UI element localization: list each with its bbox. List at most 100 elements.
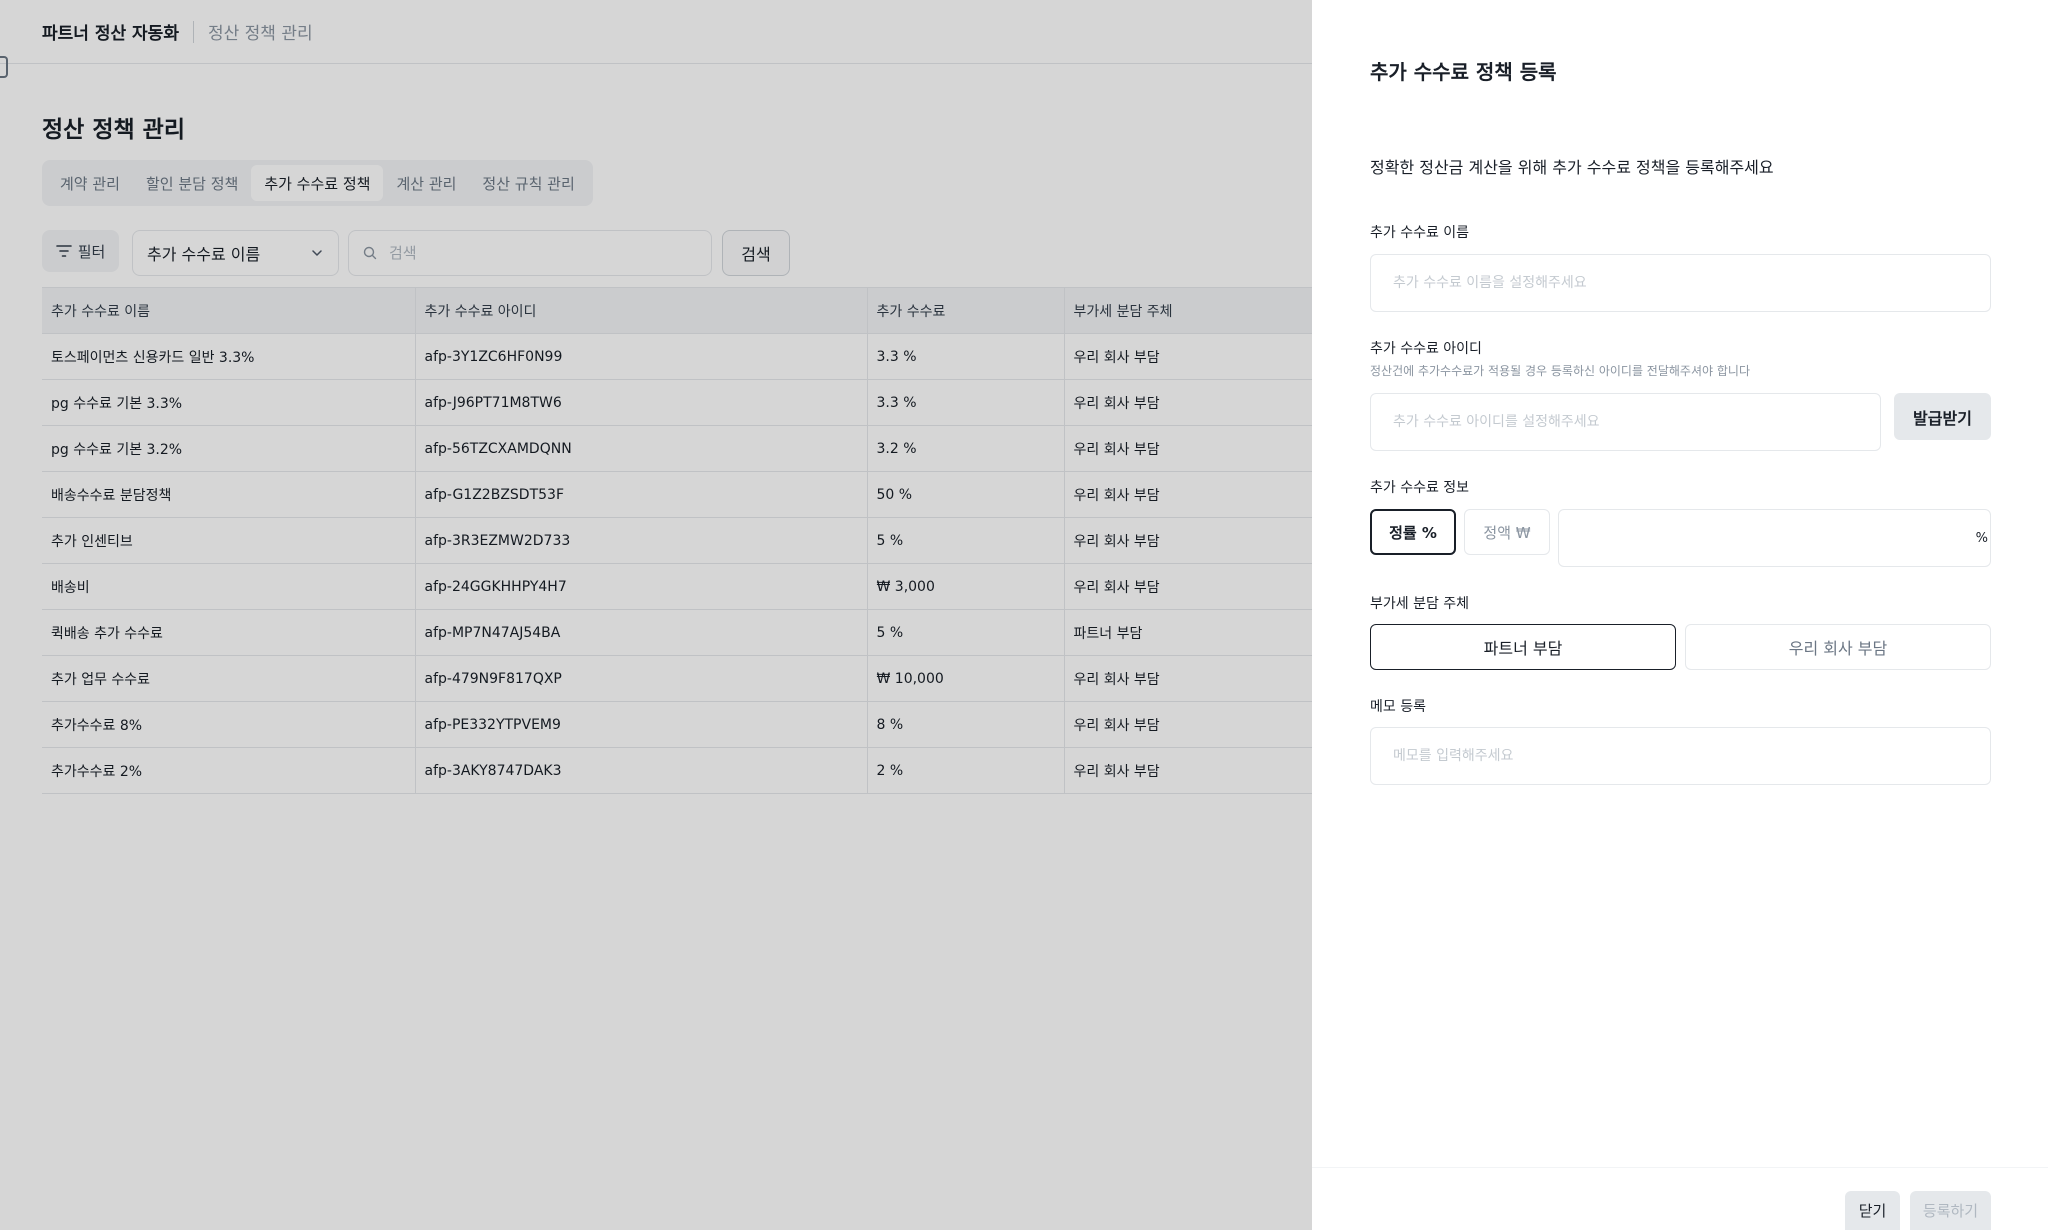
cell-fee-value: 5 % <box>866 517 1064 564</box>
cell-fee-name: 추가수수료 2% <box>42 747 415 794</box>
fee-id-input[interactable] <box>1393 414 1858 430</box>
fee-policy-table: 추가 수수료 이름 추가 수수료 아이디 추가 수수료 부가세 분담 주체 토스… <box>42 287 1312 794</box>
fee-name-input[interactable] <box>1393 275 1968 291</box>
cell-vat-payer: 파트너 부담 <box>1063 609 1312 656</box>
drawer-description: 정확한 정산금 계산을 위해 추가 수수료 정책을 등록해주세요 <box>1370 158 1774 177</box>
fixed-rate-button[interactable]: 정률 % <box>1370 509 1456 555</box>
settlement-policy-page: 파트너 정산 자동화 정산 정책 관리 정산 정책 관리 계약 관리 할인 분담… <box>0 0 1312 1230</box>
cell-vat-payer: 우리 회사 부담 <box>1063 701 1312 748</box>
policy-tabs: 계약 관리 할인 분담 정책 추가 수수료 정책 계산 관리 정산 규칙 관리 <box>42 160 593 206</box>
cell-fee-name: pg 수수료 기본 3.2% <box>42 425 415 472</box>
table-row[interactable]: 배송비 afp-24GGKHHPY4H7 ₩ 3,000 우리 회사 부담 <box>42 563 1312 610</box>
fee-info-label: 추가 수수료 정보 <box>1370 480 1470 496</box>
search-input[interactable] <box>389 244 669 262</box>
cell-fee-name: 토스페이먼츠 신용카드 일반 3.3% <box>42 333 415 380</box>
cell-fee-id: afp-56TZCXAMDQNN <box>414 425 867 472</box>
column-header-vat: 부가세 분담 주체 <box>1063 287 1312 334</box>
fee-name-label: 추가 수수료 이름 <box>1370 225 1470 241</box>
cell-fee-id: afp-479N9F817QXP <box>414 655 867 702</box>
sidebar-toggle-icon[interactable] <box>0 56 8 78</box>
table-row[interactable]: 토스페이먼츠 신용카드 일반 3.3% afp-3Y1ZC6HF0N99 3.3 %… <box>42 333 1312 380</box>
table-row[interactable]: 퀵배송 추가 수수료 afp-MP7N47AJ54BA 5 % 파트너 부담 <box>42 609 1312 656</box>
fixed-amount-button[interactable]: 정액 ₩ <box>1464 509 1550 555</box>
submit-button[interactable]: 등록하기 <box>1910 1191 1991 1230</box>
issue-id-button[interactable]: 발급받기 <box>1894 393 1991 440</box>
filter-label: 필터 <box>77 242 106 261</box>
additional-fee-drawer: 추가 수수료 정책 등록 정확한 정산금 계산을 위해 추가 수수료 정책을 등… <box>1312 0 2048 1230</box>
fee-id-field[interactable] <box>1370 393 1881 451</box>
column-header-fee: 추가 수수료 <box>866 287 1064 334</box>
fee-rate-input[interactable]: % <box>1558 509 1991 567</box>
tab-additional-fee[interactable]: 추가 수수료 정책 <box>251 165 384 201</box>
table-row[interactable]: 추가수수료 2% afp-3AKY8747DAK3 2 % 우리 회사 부담 <box>42 747 1312 794</box>
search-button[interactable]: 검색 <box>722 230 790 276</box>
fee-id-help-text: 정산건에 추가수수료가 적용될 경우 등록하신 아이디를 전달해주셔야 합니다 <box>1370 364 1750 378</box>
memo-label: 메모 등록 <box>1370 699 1426 715</box>
cell-fee-value: 3.3 % <box>866 379 1064 426</box>
breadcrumb[interactable]: 정산 정책 관리 <box>208 19 313 44</box>
close-button[interactable]: 닫기 <box>1845 1191 1900 1230</box>
tab-discount-share[interactable]: 할인 분담 정책 <box>133 165 251 201</box>
drawer-footer-divider <box>1312 1167 2048 1168</box>
cell-vat-payer: 우리 회사 부담 <box>1063 563 1312 610</box>
tab-settlement-rules[interactable]: 정산 규칙 관리 <box>469 165 587 201</box>
cell-vat-payer: 우리 회사 부담 <box>1063 655 1312 702</box>
cell-vat-payer: 우리 회사 부담 <box>1063 517 1312 564</box>
vat-label: 부가세 분담 주체 <box>1370 596 1470 612</box>
cell-fee-name: 추가수수료 8% <box>42 701 415 748</box>
column-header-name: 추가 수수료 이름 <box>42 287 415 334</box>
top-header: 파트너 정산 자동화 정산 정책 관리 <box>0 0 1312 64</box>
cell-fee-value: ₩ 3,000 <box>866 563 1064 610</box>
vat-company-button[interactable]: 우리 회사 부담 <box>1685 624 1991 670</box>
cell-fee-name: 추가 인센티브 <box>42 517 415 564</box>
search-input-wrapper[interactable] <box>348 230 712 276</box>
cell-fee-value: 3.2 % <box>866 425 1064 472</box>
cell-vat-payer: 우리 회사 부담 <box>1063 333 1312 380</box>
cell-fee-value: ₩ 10,000 <box>866 655 1064 702</box>
memo-field[interactable] <box>1370 727 1991 785</box>
search-icon <box>363 246 377 260</box>
cell-fee-id: afp-3AKY8747DAK3 <box>414 747 867 794</box>
cell-fee-value: 50 % <box>866 471 1064 518</box>
cell-fee-name: pg 수수료 기본 3.3% <box>42 379 415 426</box>
cell-fee-value: 2 % <box>866 747 1064 794</box>
tab-contract[interactable]: 계약 관리 <box>47 165 133 201</box>
cell-fee-value: 3.3 % <box>866 333 1064 380</box>
filter-button[interactable]: 필터 <box>42 230 119 272</box>
cell-vat-payer: 우리 회사 부담 <box>1063 747 1312 794</box>
filter-icon <box>55 245 72 257</box>
table-row[interactable]: 추가 업무 수수료 afp-479N9F817QXP ₩ 10,000 우리 회사 부… <box>42 655 1312 702</box>
cell-fee-id: afp-3R3EZMW2D733 <box>414 517 867 564</box>
page-title: 정산 정책 관리 <box>42 117 185 143</box>
cell-fee-name: 배송수수료 분담정책 <box>42 471 415 518</box>
header-divider <box>192 20 194 43</box>
memo-input[interactable] <box>1393 748 1968 764</box>
table-header-row: 추가 수수료 이름 추가 수수료 아이디 추가 수수료 부가세 분담 주체 <box>42 287 1312 334</box>
table-row[interactable]: 배송수수료 분담정책 afp-G1Z2BZSDT53F 50 % 우리 회사 부담 <box>42 471 1312 518</box>
cell-vat-payer: 우리 회사 부담 <box>1063 471 1312 518</box>
cell-vat-payer: 우리 회사 부담 <box>1063 379 1312 426</box>
table-row[interactable]: 추가 인센티브 afp-3R3EZMW2D733 5 % 우리 회사 부담 <box>42 517 1312 564</box>
cell-vat-payer: 우리 회사 부담 <box>1063 425 1312 472</box>
drawer-title: 추가 수수료 정책 등록 <box>1370 60 1557 84</box>
cell-fee-name: 배송비 <box>42 563 415 610</box>
rate-unit-label: % <box>1975 530 1988 546</box>
table-row[interactable]: pg 수수료 기본 3.2% afp-56TZCXAMDQNN 3.2 % 우리 회사… <box>42 425 1312 472</box>
cell-fee-id: afp-MP7N47AJ54BA <box>414 609 867 656</box>
fee-name-field[interactable] <box>1370 254 1991 312</box>
table-row[interactable]: 추가수수료 8% afp-PE332YTPVEM9 8 % 우리 회사 부담 <box>42 701 1312 748</box>
chevron-down-icon <box>312 250 322 257</box>
vat-partner-button[interactable]: 파트너 부담 <box>1370 624 1676 670</box>
cell-fee-value: 8 % <box>866 701 1064 748</box>
cell-fee-id: afp-3Y1ZC6HF0N99 <box>414 333 867 380</box>
column-header-id: 추가 수수료 아이디 <box>414 287 867 334</box>
tab-calculation[interactable]: 계산 관리 <box>383 165 469 201</box>
cell-fee-value: 5 % <box>866 609 1064 656</box>
cell-fee-name: 퀵배송 추가 수수료 <box>42 609 415 656</box>
cell-fee-id: afp-J96PT71M8TW6 <box>414 379 867 426</box>
fee-id-label: 추가 수수료 아이디 <box>1370 341 1482 357</box>
cell-fee-name: 추가 업무 수수료 <box>42 655 415 702</box>
table-row[interactable]: pg 수수료 기본 3.3% afp-J96PT71M8TW6 3.3 % 우리 회사… <box>42 379 1312 426</box>
app-title[interactable]: 파트너 정산 자동화 <box>42 19 179 44</box>
search-field-select[interactable]: 추가 수수료 이름 <box>132 230 339 276</box>
